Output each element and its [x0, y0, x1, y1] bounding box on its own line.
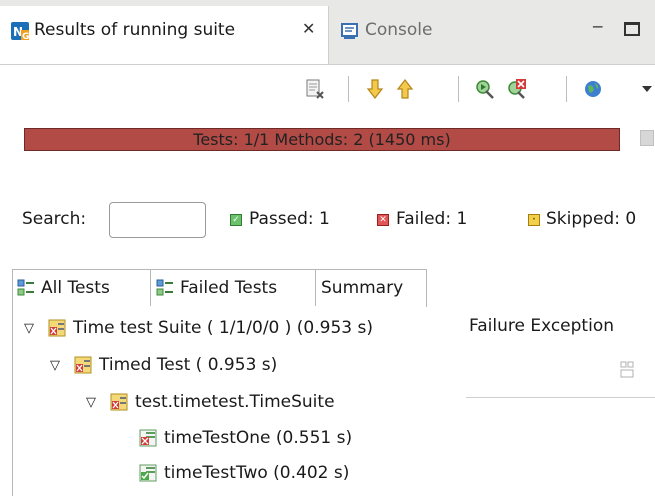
tree-node-class[interactable]: ▽ test.timetest.TimeSuite — [84, 388, 335, 416]
svg-text:G: G — [22, 32, 29, 40]
console-icon — [341, 23, 358, 39]
failed-suite-icon — [74, 356, 92, 374]
rerun-icon[interactable] — [474, 78, 496, 100]
tab-console[interactable]: Console — [365, 20, 433, 40]
tree-node-label: Time test Suite ( 1/1/0/0 ) (0.953 s) — [73, 318, 373, 338]
tree-node-label: timeTestOne (0.551 s) — [164, 428, 353, 448]
web-report-icon[interactable] — [582, 78, 604, 100]
clear-icon[interactable] — [304, 78, 326, 100]
view-menu-icon[interactable] — [640, 78, 655, 100]
tree-node-method[interactable]: timeTestTwo (0.402 s) — [139, 459, 349, 487]
tab-summary-label: Summary — [321, 278, 404, 298]
rerun-failed-icon[interactable] — [506, 78, 528, 100]
passed-method-icon — [139, 464, 157, 482]
failed-suite-icon — [48, 319, 66, 337]
test-hierarchy-icon — [17, 279, 34, 296]
toolbar-separator — [458, 76, 459, 102]
toolbar-separator — [348, 76, 349, 102]
tab-divider — [150, 270, 151, 306]
tab-all-tests[interactable]: All Tests — [17, 270, 110, 306]
maximize-button[interactable] — [624, 22, 640, 36]
tree-node-method[interactable]: timeTestOne (0.551 s) — [139, 424, 352, 452]
skipped-icon: · — [528, 214, 540, 226]
tab-results-title: Results of running suite — [34, 20, 236, 40]
expand-toggle-icon[interactable]: ▽ — [22, 321, 36, 336]
next-failure-icon[interactable] — [364, 78, 386, 100]
tab-divider — [315, 270, 316, 306]
layout-toggle-icon[interactable] — [620, 360, 634, 382]
failed-count: Failed: 1 — [396, 209, 468, 229]
panel-border — [12, 307, 13, 496]
tab-summary[interactable]: Summary — [321, 270, 403, 306]
tree-node-label: Timed Test ( 0.953 s) — [99, 355, 278, 375]
panel-divider — [466, 397, 655, 398]
progress-summary: Tests: 1/1 Methods: 2 (1450 ms) — [193, 130, 451, 149]
close-icon[interactable]: ✕ — [302, 19, 315, 38]
tree-node-label: timeTestTwo (0.402 s) — [164, 463, 350, 483]
skipped-count: Skipped: 0 — [546, 209, 637, 229]
previous-failure-icon[interactable] — [394, 78, 416, 100]
failed-method-icon — [139, 429, 157, 447]
expand-toggle-icon[interactable]: ▽ — [48, 358, 62, 373]
tree-node-test[interactable]: ▽ Timed Test ( 0.953 s) — [48, 351, 277, 379]
passed-icon: ✓ — [230, 214, 242, 226]
expand-toggle-icon[interactable]: ▽ — [84, 395, 98, 410]
test-hierarchy-icon — [156, 279, 173, 296]
tab-failed-tests-label: Failed Tests — [180, 278, 278, 298]
toolbar-separator — [566, 76, 567, 102]
tree-node-label: test.timetest.TimeSuite — [135, 392, 335, 412]
search-input[interactable] — [109, 202, 206, 238]
search-label: Search: — [22, 209, 87, 229]
failure-exception-title: Failure Exception — [469, 316, 614, 336]
minimize-button[interactable]: ‒ — [592, 16, 603, 37]
tab-all-tests-label: All Tests — [41, 278, 110, 298]
failed-icon: ✕ — [377, 214, 389, 226]
testng-icon: N G — [11, 22, 29, 40]
tab-failed-tests[interactable]: Failed Tests — [156, 270, 277, 306]
stop-button[interactable] — [640, 130, 654, 146]
failed-class-icon — [110, 393, 128, 411]
passed-count: Passed: 1 — [249, 209, 330, 229]
tree-node-suite[interactable]: ▽ Time test Suite ( 1/1/0/0 ) (0.953 s) — [22, 314, 373, 342]
